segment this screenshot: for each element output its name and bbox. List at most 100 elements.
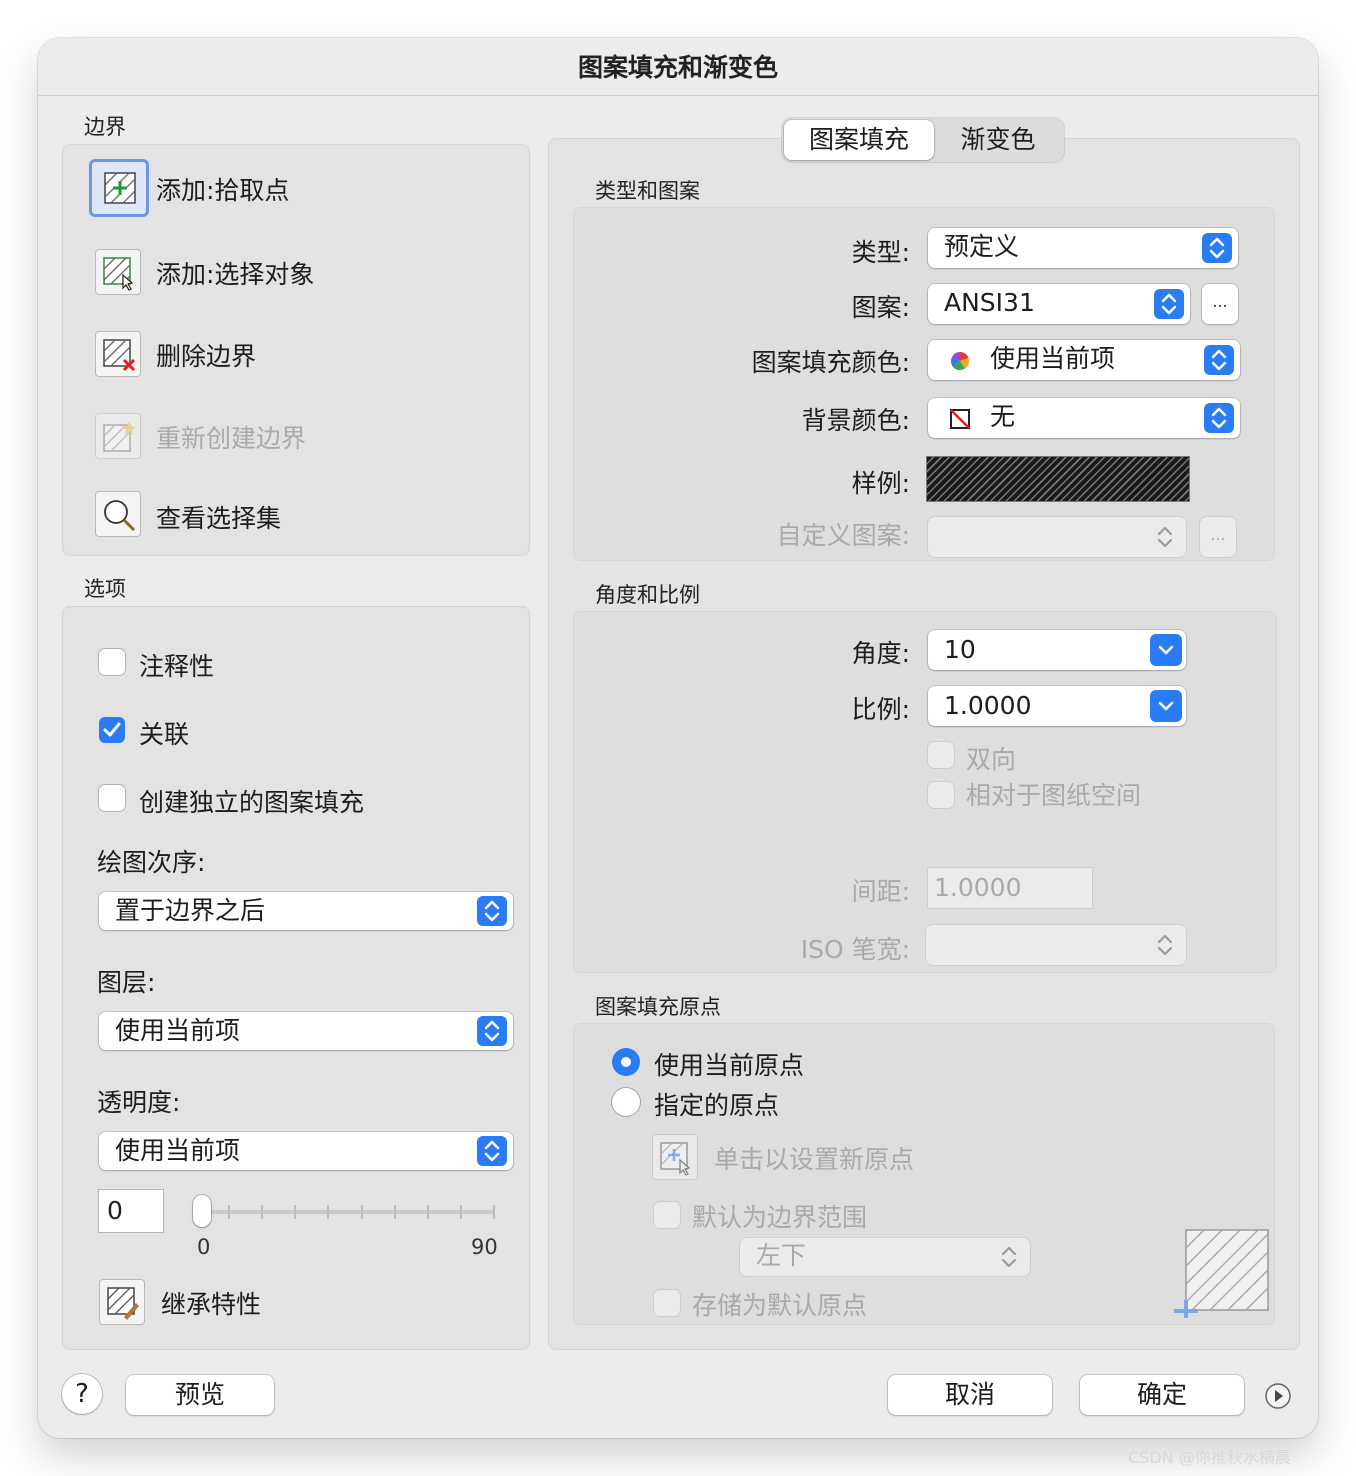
tab-gradient[interactable]: 渐变色	[934, 120, 1062, 160]
background-color-select[interactable]: 无	[928, 398, 1240, 438]
ok-button[interactable]: 确定	[1080, 1375, 1244, 1415]
cancel-button[interactable]: 取消	[888, 1375, 1052, 1415]
associative-checkbox[interactable]	[99, 717, 125, 743]
recreate-boundary-label[interactable]: 重新创建边界	[156, 419, 306, 455]
slider-tick	[361, 1205, 363, 1219]
remove-boundaries-button[interactable]	[95, 331, 141, 377]
play-circle-icon	[1265, 1383, 1291, 1409]
origin-panel: 使用当前原点 指定的原点 单击以设置新原点 默认为边界范围 左下 存储为默认原点	[573, 1023, 1275, 1325]
inherit-properties-button[interactable]	[99, 1279, 145, 1325]
double-checkbox[interactable]	[928, 742, 954, 768]
draw-order-label: 绘图次序:	[97, 848, 206, 877]
pattern-browse-button[interactable]: ...	[1202, 284, 1238, 324]
use-current-origin-radio[interactable]	[612, 1048, 640, 1076]
pattern-value: ANSI31	[944, 288, 1035, 317]
type-select[interactable]: 预定义	[928, 228, 1238, 268]
store-default-checkbox[interactable]	[654, 1290, 680, 1316]
add-pick-points-button[interactable]	[89, 159, 149, 217]
origin-position-stepper[interactable]	[994, 1242, 1024, 1272]
angle-combo[interactable]: 10	[928, 630, 1186, 670]
custom-pattern-browse-button[interactable]: ...	[1200, 517, 1236, 557]
up-down-chevron-icon	[1209, 237, 1225, 259]
type-pattern-panel: 类型: 预定义 图案: ANSI31 ... 图案填充颜色: 使用当前项 背景颜…	[573, 207, 1275, 561]
remove-boundary-icon	[103, 339, 136, 372]
angle-label: 角度:	[851, 639, 910, 668]
transparency-stepper[interactable]	[477, 1136, 507, 1166]
annotative-checkbox[interactable]	[99, 649, 125, 675]
transparency-amount-field[interactable]: 0	[99, 1190, 163, 1232]
origin-section-label: 图案填充原点	[595, 995, 721, 1019]
scale-combo[interactable]: 1.0000	[928, 686, 1186, 726]
help-button[interactable]: ?	[62, 1374, 102, 1414]
angle-dropdown-button[interactable]	[1150, 634, 1182, 666]
iso-pen-width-select[interactable]	[926, 925, 1186, 965]
remove-boundaries-label[interactable]: 删除边界	[156, 337, 256, 373]
separate-hatches-checkbox[interactable]	[99, 785, 125, 811]
add-pick-points-label[interactable]: 添加:拾取点	[156, 171, 289, 207]
transparency-label: 透明度:	[97, 1088, 181, 1117]
click-set-origin-button[interactable]	[652, 1134, 698, 1180]
watermark: CSDN @你推秋水横晨	[1128, 1448, 1291, 1467]
background-color-label: 背景颜色:	[801, 406, 910, 435]
origin-position-value: 左下	[756, 1241, 807, 1270]
spacing-field[interactable]: 1.0000	[928, 868, 1092, 908]
chevron-down-icon	[1158, 701, 1174, 711]
specified-origin-radio[interactable]	[612, 1088, 640, 1116]
slider-thumb[interactable]	[193, 1195, 211, 1227]
scale-value: 1.0000	[944, 691, 1032, 720]
slider-tick	[394, 1205, 396, 1219]
pattern-swatch[interactable]	[926, 456, 1190, 502]
type-stepper[interactable]	[1202, 233, 1232, 263]
slider-tick	[261, 1205, 263, 1219]
recreate-boundary-button[interactable]	[95, 413, 141, 459]
relative-paper-checkbox[interactable]	[928, 782, 954, 808]
layer-stepper[interactable]	[477, 1016, 507, 1046]
boundary-panel: 添加:拾取点 添加:选择对象 删除边界 重新创建边界 查看选择集	[62, 144, 530, 556]
scale-dropdown-button[interactable]	[1150, 690, 1182, 722]
hatch-color-select[interactable]: 使用当前项	[928, 340, 1240, 380]
double-label: 双向	[966, 745, 1017, 774]
slider-ticks	[195, 1203, 495, 1223]
expand-options-button[interactable]	[1264, 1382, 1292, 1410]
pattern-stepper[interactable]	[1154, 289, 1184, 319]
swatch-label: 样例:	[851, 469, 910, 498]
no-color-icon	[950, 409, 970, 429]
hatch-color-stepper[interactable]	[1204, 345, 1234, 375]
color-wheel-icon	[950, 352, 970, 371]
draw-order-select[interactable]: 置于边界之后	[99, 892, 513, 930]
inherit-properties-label[interactable]: 继承特性	[161, 1285, 261, 1321]
draw-order-stepper[interactable]	[477, 896, 507, 926]
custom-pattern-select[interactable]	[928, 517, 1186, 557]
layer-label: 图层:	[97, 968, 156, 997]
background-color-stepper[interactable]	[1204, 403, 1234, 433]
options-panel: 注释性 关联 创建独立的图案填充 绘图次序: 置于边界之后 图层: 使用当前项 …	[62, 606, 530, 1350]
transparency-select[interactable]: 使用当前项	[99, 1132, 513, 1170]
pattern-select[interactable]: ANSI31	[928, 284, 1190, 324]
layer-select[interactable]: 使用当前项	[99, 1012, 513, 1050]
up-down-chevron-icon	[1157, 526, 1173, 548]
type-pattern-section-label: 类型和图案	[595, 179, 700, 203]
add-select-objects-button[interactable]	[95, 249, 141, 295]
add-select-objects-label[interactable]: 添加:选择对象	[156, 255, 314, 291]
view-selections-label[interactable]: 查看选择集	[156, 499, 281, 535]
specified-origin-label: 指定的原点	[654, 1091, 780, 1120]
default-extents-checkbox[interactable]	[654, 1202, 680, 1228]
pick-points-icon	[104, 172, 136, 204]
custom-pattern-stepper[interactable]	[1150, 522, 1180, 552]
angle-scale-section-label: 角度和比例	[595, 583, 700, 607]
slider-max-label: 90	[471, 1235, 498, 1259]
up-down-chevron-icon	[1001, 1246, 1017, 1268]
slider-tick	[228, 1205, 230, 1219]
up-down-chevron-icon	[1161, 293, 1177, 315]
preview-button[interactable]: 预览	[126, 1375, 274, 1415]
view-selections-button[interactable]	[95, 491, 141, 537]
chevron-down-icon	[1158, 645, 1174, 655]
iso-pen-width-stepper[interactable]	[1150, 930, 1180, 960]
angle-value: 10	[944, 635, 976, 664]
transparency-slider[interactable]	[193, 1195, 495, 1227]
hatch-tab-content: 类型和图案 类型: 预定义 图案: ANSI31 ... 图案填充颜色: 使用当…	[548, 138, 1300, 1350]
set-origin-icon	[660, 1142, 691, 1176]
slider-tick	[327, 1205, 329, 1219]
tab-hatch[interactable]: 图案填充	[784, 120, 934, 160]
origin-position-select[interactable]: 左下	[740, 1238, 1030, 1276]
